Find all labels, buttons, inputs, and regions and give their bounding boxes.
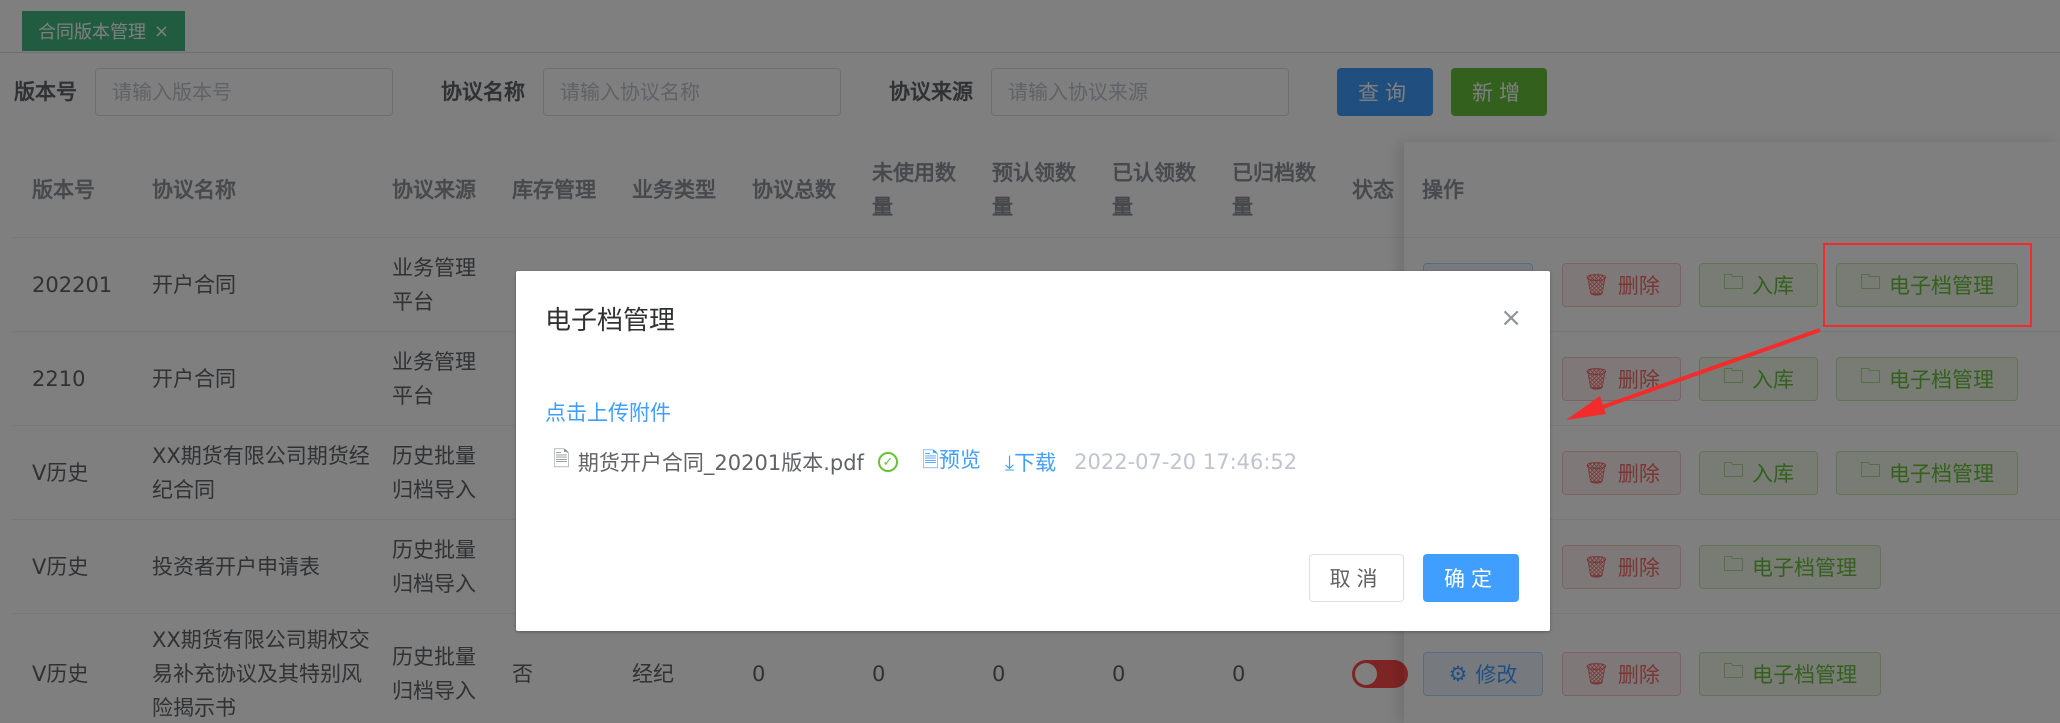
download-icon: ⤓	[1004, 451, 1015, 475]
preview-link[interactable]: 🗎预览	[922, 444, 981, 481]
attachment-row: 🗎 期货开户合同_20201版本.pdf ✓ 🗎预览 ⤓下载 2022-07-2…	[553, 447, 1297, 477]
cancel-button[interactable]: 取消	[1309, 554, 1404, 602]
check-circle-icon: ✓	[877, 452, 898, 472]
dialog-title: 电子档管理	[545, 306, 676, 336]
e-archive-dialog: 电子档管理 × 点击上传附件 🗎 期货开户合同_20201版本.pdf ✓ 🗎预…	[516, 271, 1550, 631]
upload-timestamp: 2022-07-20 17:46:52	[1074, 450, 1298, 474]
document-icon: 🗎	[553, 446, 570, 471]
download-link[interactable]: ⤓下载	[1005, 447, 1056, 477]
document-icon: 🗎	[921, 447, 939, 472]
confirm-button[interactable]: 确定	[1423, 554, 1519, 602]
preview-label: 预览	[938, 447, 981, 472]
attachment-name[interactable]: 期货开户合同_20201版本.pdf	[578, 447, 864, 477]
upload-attachment-link[interactable]: 点击上传附件	[545, 397, 671, 427]
download-label: 下载	[1014, 451, 1057, 475]
close-icon[interactable]: ×	[1500, 303, 1522, 333]
annotation-highlight-box	[1823, 243, 2032, 327]
